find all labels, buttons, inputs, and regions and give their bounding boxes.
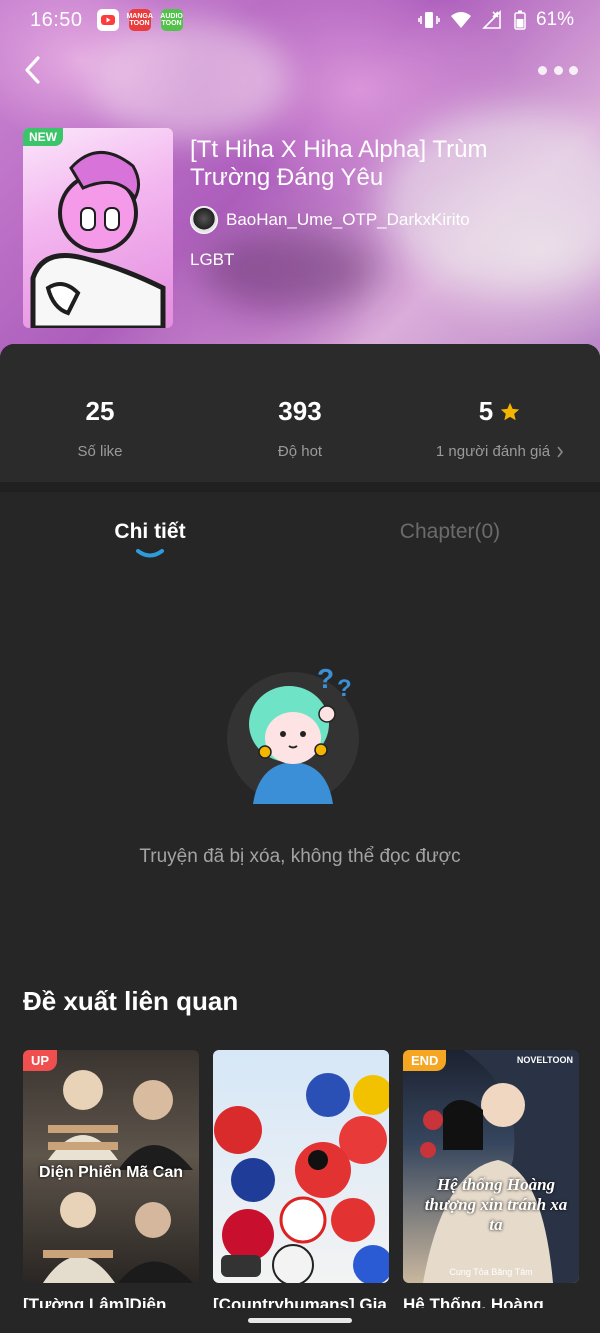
- audiotoon-app-icon: AUDIO TOON: [160, 9, 183, 31]
- cover-illustration: [30, 151, 166, 328]
- vibrate-icon: [418, 12, 440, 28]
- recommend-name: [Countryhumans] Gia: [213, 1295, 387, 1309]
- status-bar: 16:50 MANGA TOON AUDIO TOON 61%: [0, 0, 600, 40]
- rating-value: 5: [478, 396, 494, 426]
- author-row[interactable]: BaoHan_Ume_OTP_DarkxKirito: [190, 206, 590, 234]
- tab-details[interactable]: Chi tiết: [0, 492, 300, 576]
- recommend-list: Diện Phiến Mã Can UP [Tường Lâm]Diện [Co…: [23, 1050, 583, 1309]
- hot-label: Độ hot: [277, 443, 323, 460]
- battery-icon: [514, 10, 526, 30]
- recommend-card[interactable]: NOVELTOON Hệ thống Hoàng thượng xin trán…: [403, 1050, 579, 1309]
- youtube-icon: [96, 9, 119, 31]
- cover-title-text: Diện Phiến Mã Can: [38, 1164, 184, 1181]
- stat-likes: 25 Số like: [0, 344, 200, 482]
- chevron-left-icon: [25, 56, 40, 84]
- stat-rating[interactable]: 5 1 người đánh giá: [400, 344, 600, 482]
- detail-panel: 25 Số like 393 Độ hot 5 1 người đánh giá…: [0, 344, 600, 1333]
- mangatoon-app-icon: MANGA TOON: [126, 9, 153, 31]
- detail-tabs: Chi tiết Chapter(0): [0, 492, 600, 576]
- more-dot-icon: [569, 65, 578, 75]
- chevron-right-icon: [557, 446, 564, 457]
- battery-percent: 61%: [535, 9, 574, 30]
- tab-details-label: Chi tiết: [114, 520, 186, 543]
- cover-author-text: Cung Tỏa Băng Tâm: [449, 1267, 533, 1277]
- recommend-cover: Diện Phiến Mã Can UP: [23, 1050, 199, 1283]
- recommend-title: Đề xuất liên quan: [23, 986, 239, 1016]
- more-options-button[interactable]: [538, 58, 578, 82]
- noveltoon-logo-text: NOVELTOON: [516, 1055, 573, 1065]
- recommend-name: [Tường Lâm]Diện: [23, 1295, 167, 1309]
- stat-hot: 393 Độ hot: [200, 344, 400, 482]
- tab-chapters[interactable]: Chapter(0): [300, 492, 600, 576]
- no-signal-icon: [482, 10, 501, 29]
- update-badge: UP: [23, 1050, 58, 1071]
- status-time: 16:50: [30, 8, 83, 31]
- recommend-cover: [213, 1050, 389, 1283]
- new-badge: NEW: [23, 128, 63, 146]
- book-title: [Tt Hiha X Hiha Alpha] Trùm Trường Đáng …: [190, 136, 488, 191]
- wifi-icon: [450, 12, 471, 28]
- home-indicator[interactable]: [248, 1318, 352, 1323]
- stats-row: 25 Số like 393 Độ hot 5 1 người đánh giá: [0, 344, 600, 482]
- cover-title-text: Hệ thống Hoàng thượng xin tránh xa ta: [424, 1175, 568, 1234]
- svg-text:?: ?: [317, 663, 334, 694]
- section-divider: [0, 482, 600, 492]
- recommend-name: Hệ Thống, Hoàng: [403, 1295, 544, 1309]
- cover-illustration: [420, 1050, 579, 1283]
- recommend-card[interactable]: Diện Phiến Mã Can UP [Tường Lâm]Diện: [23, 1050, 199, 1309]
- confused-character-icon: ? ?: [227, 663, 359, 804]
- author-name: BaoHan_Ume_OTP_DarkxKirito: [226, 210, 470, 229]
- top-nav: [0, 50, 600, 90]
- star-icon: [501, 402, 520, 420]
- author-avatar: [190, 206, 218, 234]
- svg-text:?: ?: [337, 675, 352, 702]
- likes-value: 25: [85, 396, 115, 426]
- book-info: [Tt Hiha X Hiha Alpha] Trùm Trường Đáng …: [190, 136, 590, 270]
- book-cover[interactable]: NEW: [23, 128, 173, 328]
- genre-tag[interactable]: LGBT: [190, 250, 590, 270]
- rating-label: 1 người đánh giá: [435, 443, 551, 460]
- cover-illustration: [214, 1073, 389, 1283]
- tab-indicator: [136, 549, 164, 558]
- back-button[interactable]: [18, 52, 50, 88]
- recommend-cover: NOVELTOON Hệ thống Hoàng thượng xin trán…: [403, 1050, 579, 1283]
- hot-value: 393: [278, 396, 322, 426]
- more-dot-icon: [553, 65, 563, 75]
- tab-chapters-label: Chapter(0): [399, 520, 501, 543]
- completed-badge: END: [403, 1050, 447, 1071]
- empty-message: Truyện đã bị xóa, không thể đọc được: [139, 846, 461, 867]
- recommend-card[interactable]: [Countryhumans] Gia: [213, 1050, 389, 1309]
- more-dot-icon: [538, 65, 547, 75]
- empty-state: ? ? Truyện đã bị xóa, không thể đọc được: [0, 654, 600, 868]
- likes-label: Số like: [77, 443, 123, 460]
